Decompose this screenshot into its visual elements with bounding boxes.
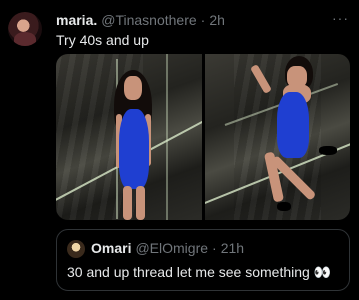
more-options-icon[interactable]: ··· [332, 10, 349, 26]
quoted-time[interactable]: 21h [221, 240, 244, 256]
photo-2[interactable] [204, 54, 350, 220]
quoted-separator-dot: · [212, 240, 217, 256]
quoted-text: 30 and up thread let me see something 👀 [67, 264, 332, 280]
post-avatar[interactable] [8, 12, 42, 46]
post-header: maria. @Tinasnothere · 2h [56, 12, 225, 30]
quoted-display-name[interactable]: Omari [91, 240, 131, 256]
media-grid [56, 54, 350, 220]
display-name[interactable]: maria. [56, 12, 97, 28]
user-handle[interactable]: @Tinasnothere [101, 12, 196, 28]
quoted-user-handle[interactable]: @ElOmigre [135, 240, 208, 256]
quoted-header: Omari @ElOmigre · 21h [91, 240, 244, 256]
post-text: Try 40s and up [56, 32, 149, 48]
separator-dot: · [200, 12, 206, 28]
photo-1[interactable] [56, 54, 202, 220]
quoted-avatar[interactable] [67, 240, 85, 258]
quoted-tweet[interactable]: Omari @ElOmigre · 21h 30 and up thread l… [56, 229, 350, 291]
post-time[interactable]: 2h [209, 12, 225, 28]
